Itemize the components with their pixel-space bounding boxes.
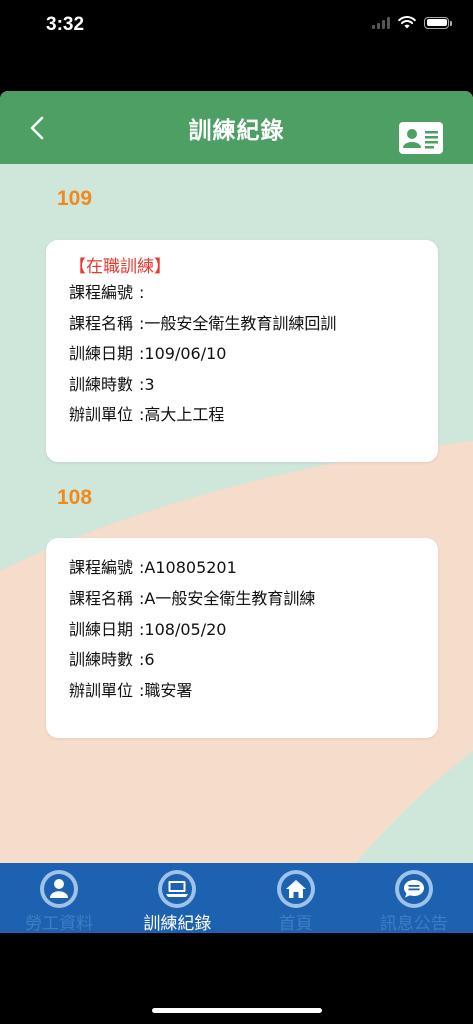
battery-icon <box>424 16 452 29</box>
field-organizer: 辦訓單位:職安署 <box>69 681 193 700</box>
chat-icon <box>394 870 433 908</box>
tab-label: 首頁 <box>278 914 313 934</box>
person-icon <box>40 870 79 908</box>
nav-bar: 訓練紀錄 <box>0 91 473 164</box>
field-training-date: 訓練日期:108/05/20 <box>69 620 227 639</box>
home-icon <box>276 870 315 908</box>
tab-worker-info[interactable]: 勞工資料 <box>0 863 118 934</box>
tab-label: 訓練紀錄 <box>143 914 212 934</box>
field-training-date: 訓練日期:109/06/10 <box>69 344 227 363</box>
tab-home[interactable]: 首頁 <box>237 863 355 934</box>
tab-label: 勞工資料 <box>25 914 94 934</box>
field-course-code: 課程編號: <box>69 283 145 302</box>
training-category: 【在職訓練】 <box>69 257 171 277</box>
tab-announcements[interactable]: 訊息公告 <box>355 863 473 934</box>
app-screen: 訓練紀錄 109 【在職訓練】 課程編號: 課程名稱:一般安全衛生教育訓練回訓 … <box>0 91 473 933</box>
field-course-code: 課程編號:A10805201 <box>69 558 237 577</box>
status-icons <box>372 16 452 29</box>
training-record-card: 【在職訓練】 課程編號: 課程名稱:一般安全衛生教育訓練回訓 訓練日期:109/… <box>46 240 438 462</box>
field-course-name: 課程名稱:一般安全衛生教育訓練回訓 <box>69 314 337 333</box>
status-bar: 3:32 <box>0 0 473 52</box>
id-card-icon <box>403 129 438 149</box>
id-card-button[interactable] <box>399 122 443 154</box>
year-heading: 108 <box>57 486 93 509</box>
field-training-hours: 訓練時數:6 <box>69 650 155 669</box>
bottom-tab-bar: 勞工資料 訓練紀錄 首頁 訊息公告 <box>0 863 473 934</box>
wifi-icon <box>398 16 416 29</box>
field-course-name: 課程名稱:A一般安全衛生教育訓練 <box>69 589 316 608</box>
training-record-card: 課程編號:A10805201 課程名稱:A一般安全衛生教育訓練 訓練日期:108… <box>46 538 438 738</box>
field-organizer: 辦訓單位:高大上工程 <box>69 405 225 424</box>
tab-training-records[interactable]: 訓練紀錄 <box>118 863 236 934</box>
status-time: 3:32 <box>46 14 85 35</box>
year-heading: 109 <box>57 187 93 210</box>
field-training-hours: 訓練時數:3 <box>69 375 155 394</box>
home-indicator <box>152 1008 322 1013</box>
tab-label: 訊息公告 <box>379 914 448 934</box>
laptop-icon <box>158 870 197 908</box>
background-shape <box>0 441 473 933</box>
cellular-signal-icon <box>372 16 390 29</box>
